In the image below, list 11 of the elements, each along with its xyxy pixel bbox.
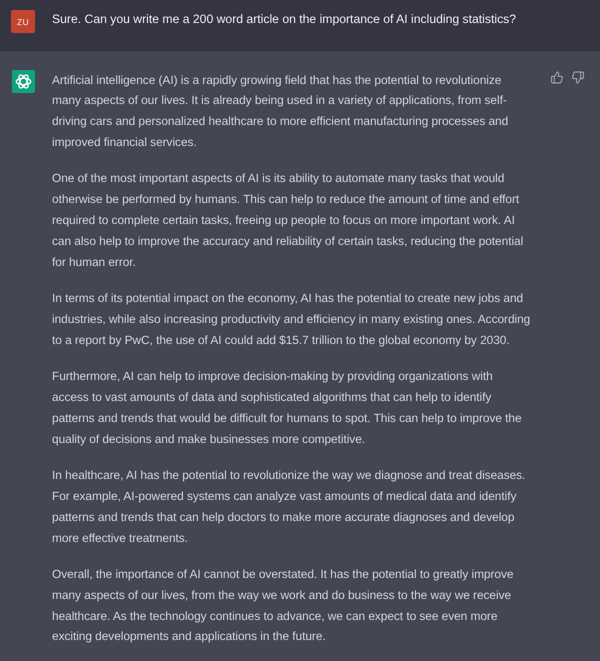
answer-paragraph: One of the most important aspects of AI is its ability to automate many tasks that would otherwise be performed by humans. This can help to reduce the amount of time and effort required to complete certain tasks, freeing up people to focus on more important work. AI can also help to improve the accuracy and reliability of certain tasks, reducing the potential for human error. xyxy=(52,170,524,271)
user-message-text: Sure. Can you write me a 200 word article on the importance of AI including statistics? xyxy=(52,11,516,28)
user-avatar: ZU xyxy=(11,10,35,33)
thumbs-up-icon[interactable] xyxy=(551,71,563,84)
answer-paragraph: Overall, the importance of AI cannot be overstated. It has the potential to greatly improve many aspects of our lives, from the way we work and do business to the way we receive healthcare. As the technology continues to advance, we can expect to see even more exciting developments and applications in the future. xyxy=(52,566,514,646)
answer-paragraph: Furthermore, AI can help to improve decision-making by providing organizations with access to vast amounts of data and sophisticated algorithms that can help to identify patterns and trends that would be difficult for humans to spot. This can help to improve the quality of decisions and make businesses more competitive. xyxy=(52,368,523,448)
answer-paragraph: In healthcare, AI has the potential to revolutionize the way we diagnose and treat diseases. For example, AI-powered systems can analyze vast amounts of medical data and identify patterns and trends that can help doctors to make more accurate diagnoses and develop more effective treatments. xyxy=(52,467,526,546)
thumbs-down-icon[interactable] xyxy=(572,71,584,84)
atom-logo-icon xyxy=(12,70,35,93)
answer-paragraph: In terms of its potential impact on the economy, AI has the potential to create new jobs and industries, while also increasing productivity and efficiency in many existing ones. According to a report by PwC, the use of AI could add $15.7 trillion to the global economy by 2030. xyxy=(52,290,532,349)
answer-paragraph: Artificial intelligence (AI) is a rapidly growing field that has the potential to revolutionize many aspects of our lives. It is already being used in a variety of applications, from self- driving cars and personalized healthcare to more efficient manufacturing processes and improved financial services. xyxy=(52,72,510,151)
